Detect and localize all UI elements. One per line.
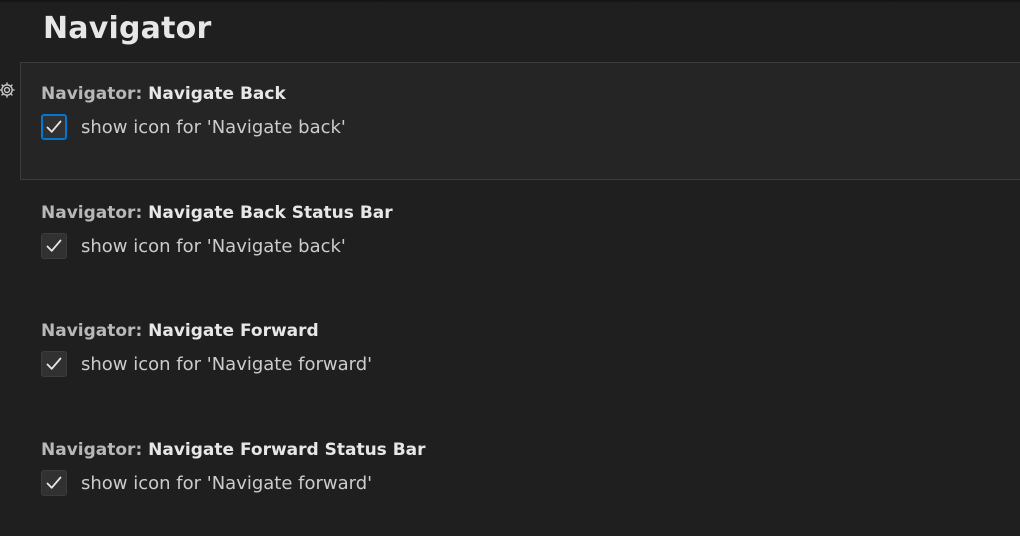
navigate-forward-status-bar-checkbox[interactable] (41, 470, 67, 496)
setting-category: Navigator: (41, 321, 149, 341)
check-icon (46, 239, 62, 252)
top-shadow (0, 0, 1020, 3)
setting-title: Navigator: Navigate Forward (41, 319, 319, 343)
setting-navigate-forward-status-bar[interactable]: Navigator: Navigate Forward Status Bar s… (20, 418, 1020, 536)
setting-name: Navigate Forward (148, 321, 319, 341)
setting-title: Navigator: Navigate Forward Status Bar (41, 438, 426, 462)
check-icon (46, 476, 62, 489)
setting-title: Navigator: Navigate Back (41, 82, 286, 106)
setting-name: Navigate Back Status Bar (148, 203, 393, 223)
setting-navigate-forward[interactable]: Navigator: Navigate Forward show icon fo… (20, 299, 1020, 417)
setting-name: Navigate Back (148, 84, 286, 104)
checkbox-row: show icon for 'Navigate back' (41, 232, 346, 260)
check-icon (46, 357, 62, 370)
navigate-forward-checkbox[interactable] (41, 351, 67, 377)
setting-category: Navigator: (41, 203, 149, 223)
navigate-back-checkbox[interactable] (41, 114, 67, 140)
setting-navigate-back[interactable]: Navigator: Navigate Back show icon for '… (20, 62, 1020, 180)
setting-title: Navigator: Navigate Back Status Bar (41, 201, 393, 225)
checkbox-row: show icon for 'Navigate back' (41, 113, 346, 141)
checkbox-label: show icon for 'Navigate back' (81, 116, 346, 138)
checkbox-label: show icon for 'Navigate forward' (81, 472, 373, 494)
checkbox-row: show icon for 'Navigate forward' (41, 350, 372, 378)
setting-category: Navigator: (41, 84, 149, 104)
checkbox-label: show icon for 'Navigate forward' (81, 353, 373, 375)
checkbox-row: show icon for 'Navigate forward' (41, 469, 372, 497)
setting-navigate-back-status-bar[interactable]: Navigator: Navigate Back Status Bar show… (20, 181, 1020, 299)
check-icon (46, 120, 62, 133)
checkbox-label: show icon for 'Navigate back' (81, 235, 346, 257)
gear-icon[interactable] (0, 81, 16, 99)
setting-name: Navigate Forward Status Bar (148, 440, 426, 460)
section-title: Navigator (43, 11, 212, 46)
navigate-back-status-bar-checkbox[interactable] (41, 233, 67, 259)
setting-category: Navigator: (41, 440, 149, 460)
